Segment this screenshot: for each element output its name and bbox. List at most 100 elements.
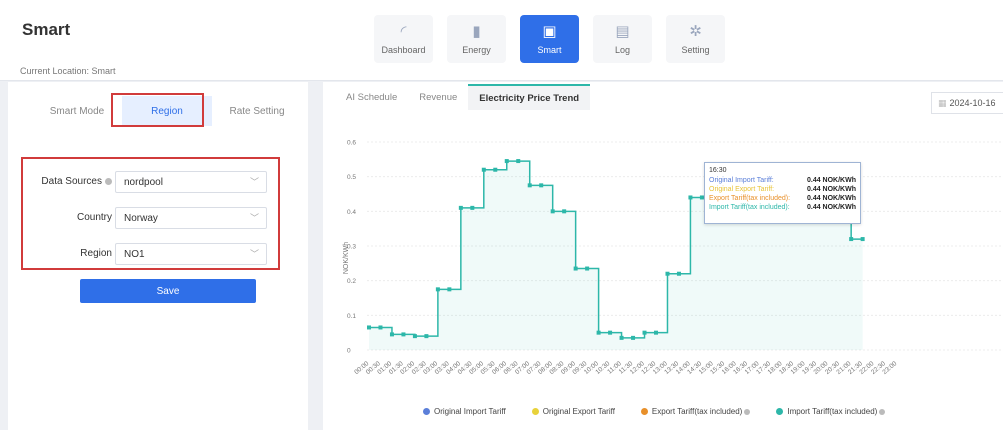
chart-tooltip: 16:30 Original Import Tariff: 0.44 NOK/KW… — [704, 162, 861, 224]
data-point — [608, 330, 613, 335]
tooltip-row: Import Tariff(tax included): 0.44 NOK/KWh — [709, 203, 856, 212]
data-point — [642, 330, 647, 335]
nav-label: Setting — [681, 45, 710, 55]
data-point — [389, 332, 394, 337]
data-point — [412, 334, 417, 339]
nav-setting[interactable]: ✲ Setting — [666, 15, 725, 63]
y-axis-label: NOK/KWh — [343, 242, 350, 274]
nav-log[interactable]: ▤ Log — [593, 15, 652, 63]
legend-dot — [776, 408, 784, 415]
data-point — [367, 325, 371, 330]
data-point — [654, 330, 658, 335]
data-sources-select[interactable]: nordpool ﹀ — [115, 171, 267, 193]
app-title: Smart — [22, 20, 71, 39]
data-sources-label: Data Sources — [41, 176, 112, 187]
legend-item-original-import[interactable]: Original Import Tariff — [423, 407, 506, 416]
document-icon: ▤ — [615, 23, 630, 40]
legend-item-export-tax[interactable]: Export Tariff(tax included) — [640, 407, 751, 416]
info-icon[interactable] — [105, 177, 112, 185]
nav-label: Log — [614, 45, 631, 55]
chart-panel: AI Schedule Revenue Electricity Price Tr… — [323, 82, 1003, 430]
data-point — [688, 195, 693, 200]
tooltip-value: 0.44 NOK/KWh — [806, 195, 856, 202]
tooltip-row: Original Export Tariff: 0.44 NOK/KWh — [709, 185, 856, 194]
nav-smart[interactable]: ▣ Smart — [520, 15, 579, 63]
calendar-check-icon: ▣ — [542, 23, 557, 40]
legend-item-import-tax[interactable]: Import Tariff(tax included) — [776, 407, 886, 416]
data-point — [504, 159, 509, 164]
data-point — [631, 335, 636, 340]
legend-dot — [531, 408, 539, 415]
y-tick-label: 0.2 — [347, 278, 356, 285]
nav-energy[interactable]: ▮ Energy — [447, 15, 506, 63]
main-nav: ◜ Dashboard ▮ Energy ▣ Smart ▤ Log ✲ Set… — [374, 15, 725, 63]
chart-legend: Original Import Tariff Original Export T… — [423, 407, 886, 416]
region-tab-highlight — [111, 93, 204, 127]
top-header: Smart Current Location: Smart ◜ Dashboar… — [0, 0, 1003, 81]
tab-smart-mode[interactable]: Smart Mode — [32, 96, 122, 126]
tab-rate-setting[interactable]: Rate Setting — [212, 96, 302, 126]
y-tick-label: 0.5 — [347, 174, 356, 181]
tooltip-value: 0.44 NOK/KWh — [806, 186, 856, 193]
data-sources-row: Data Sources nordpool ﹀ — [23, 171, 282, 195]
tooltip-time: 16:30 — [709, 167, 727, 174]
data-point — [378, 325, 383, 330]
y-tick-label: 0.6 — [347, 140, 356, 147]
bar-chart-icon: ▮ — [472, 23, 481, 40]
data-point — [516, 159, 521, 164]
data-point — [435, 287, 440, 292]
data-point — [665, 271, 670, 276]
data-point — [458, 205, 463, 210]
legend-dot — [423, 408, 430, 415]
gauge-icon: ◜ — [400, 23, 407, 40]
chevron-down-icon: ﹀ — [249, 249, 259, 259]
tooltip-series-name: Export Tariff(tax included): — [709, 195, 791, 202]
help-icon[interactable] — [879, 408, 886, 415]
data-point — [481, 167, 486, 172]
data-point — [447, 287, 452, 292]
x-axis: 00:0000:3001:0001:3002:0002:3003:0003:30… — [353, 360, 898, 376]
tooltip-row: Export Tariff(tax included): 0.44 NOK/KWh — [709, 194, 856, 203]
legend-dot — [640, 408, 648, 415]
data-point — [860, 237, 865, 242]
y-tick-label: 0.1 — [347, 313, 356, 320]
data-point — [849, 237, 854, 242]
y-tick-label: 0.4 — [347, 209, 356, 216]
data-point — [539, 183, 544, 188]
breadcrumb: Current Location: Smart — [20, 66, 116, 76]
data-point — [562, 209, 567, 214]
data-point — [596, 330, 601, 335]
chevron-down-icon: ﹀ — [249, 213, 259, 223]
legend-item-original-export[interactable]: Original Export Tariff — [531, 407, 615, 416]
save-button[interactable]: Save — [80, 279, 256, 303]
y-tick-label: 0 — [347, 348, 351, 355]
help-icon[interactable] — [744, 408, 751, 415]
nav-label: Energy — [462, 45, 491, 55]
country-row: Country Norway ﹀ — [23, 207, 282, 231]
tooltip-row: Original Import Tariff: 0.44 NOK/KWh — [709, 176, 856, 185]
country-label: Country — [76, 212, 112, 223]
data-point — [470, 205, 475, 210]
chevron-down-icon: ﹀ — [249, 177, 259, 187]
data-point — [527, 183, 532, 188]
nav-label: Smart — [537, 45, 562, 55]
region-form: Data Sources nordpool ﹀ Country Norway ﹀… — [21, 157, 280, 270]
data-point — [493, 167, 498, 172]
tooltip-series-name: Import Tariff(tax included): — [709, 204, 790, 211]
tooltip-value: 0.44 NOK/KWh — [806, 177, 856, 184]
price-trend-chart: 00.10.20.30.40.50.6 NOK/KWh 00:0000:3001… — [343, 140, 1003, 376]
data-point — [573, 266, 578, 271]
tooltip-series-name: Original Import Tariff: — [709, 177, 774, 184]
tooltip-series-name: Original Export Tariff: — [709, 186, 775, 193]
data-point — [619, 335, 624, 340]
region-select[interactable]: NO1 ﹀ — [115, 243, 267, 265]
data-point — [550, 209, 555, 214]
data-point — [585, 266, 590, 271]
region-row: Region NO1 ﹀ — [23, 243, 282, 267]
data-point — [676, 271, 681, 276]
nav-dashboard[interactable]: ◜ Dashboard — [374, 15, 433, 63]
region-label: Region — [80, 248, 112, 259]
tooltip-value: 0.44 NOK/KWh — [806, 204, 856, 211]
country-select[interactable]: Norway ﹀ — [115, 207, 267, 229]
gear-icon: ✲ — [689, 23, 702, 40]
